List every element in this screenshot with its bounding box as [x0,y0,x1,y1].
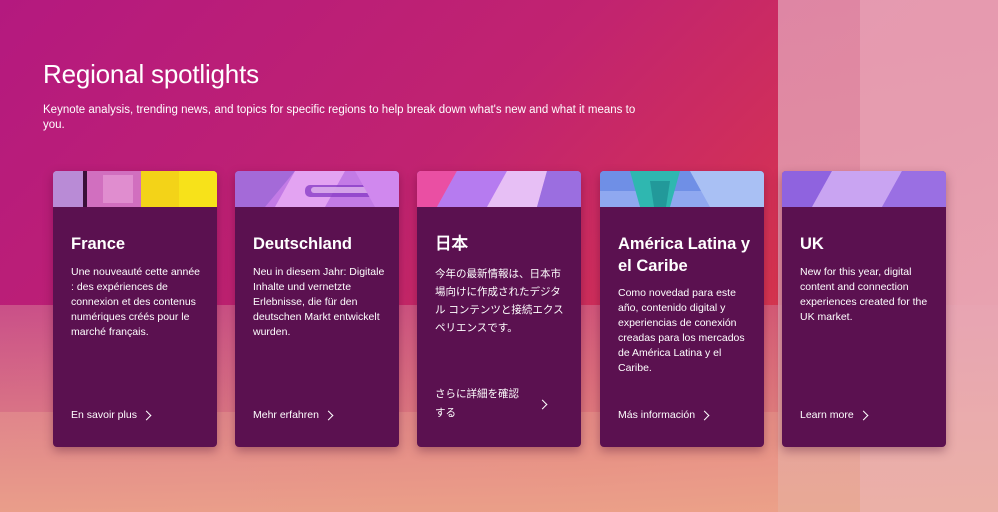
learn-more-link-uk[interactable]: Learn more [800,407,940,423]
card-description: New for this year, digital content and c… [800,266,928,323]
link-label: さらに詳細を確認する [435,388,519,419]
chevron-right-icon [537,399,548,409]
card-banner-image [782,171,946,207]
link-label: Mehr erfahren [253,409,319,421]
chevron-right-icon [323,410,334,420]
section-title: Regional spotlights [43,59,259,89]
card-description: Como novedad para este año, contenido di… [618,287,745,374]
card-banner-image [53,171,217,207]
card-heading: 日本 [435,235,468,253]
card-japan: 日本 今年の最新情報は、日本市場向けに作成されたデジタル コンテンツと接続エクス… [417,171,581,447]
link-label: Más información [618,409,696,421]
link-label: Learn more [800,409,854,421]
card-banner-image [600,171,764,207]
card-banner-image [417,171,581,207]
card-france: France Une nouveauté cette année : des e… [53,171,217,447]
card-heading: América Latina y el Caribe [618,235,751,275]
section-subtitle: Keynote analysis, trending news, and top… [43,104,636,131]
learn-more-link-france[interactable]: En savoir plus [71,407,211,423]
card-description: 今年の最新情報は、日本市場向けに作成されたデジタル コンテンツと接続エクスペリエ… [435,268,564,334]
link-label: En savoir plus [71,409,137,421]
learn-more-link-japan[interactable]: さらに詳細を確認する [435,385,560,423]
card-description: Une nouveauté cette année : des expérien… [71,266,201,338]
card-america-latina: América Latina y el Caribe Como novedad … [600,171,764,447]
card-description: Neu in diesem Jahr: Digitale Inhalte und… [253,266,385,338]
card-heading: France [71,235,126,253]
card-heading: UK [800,235,824,253]
card-banner-image [235,171,399,207]
card-uk: UK New for this year, digital content an… [782,171,946,447]
card-deutschland: Deutschland Neu in diesem Jahr: Digitale… [235,171,399,447]
chevron-right-icon [699,410,710,420]
section-header: Regional spotlights Keynote analysis, tr… [43,58,663,133]
chevron-right-icon [141,410,152,420]
chevron-right-icon [858,410,869,420]
card-heading: Deutschland [253,235,353,253]
learn-more-link-america-latina[interactable]: Más información [618,407,758,423]
learn-more-link-deutschland[interactable]: Mehr erfahren [253,407,393,423]
